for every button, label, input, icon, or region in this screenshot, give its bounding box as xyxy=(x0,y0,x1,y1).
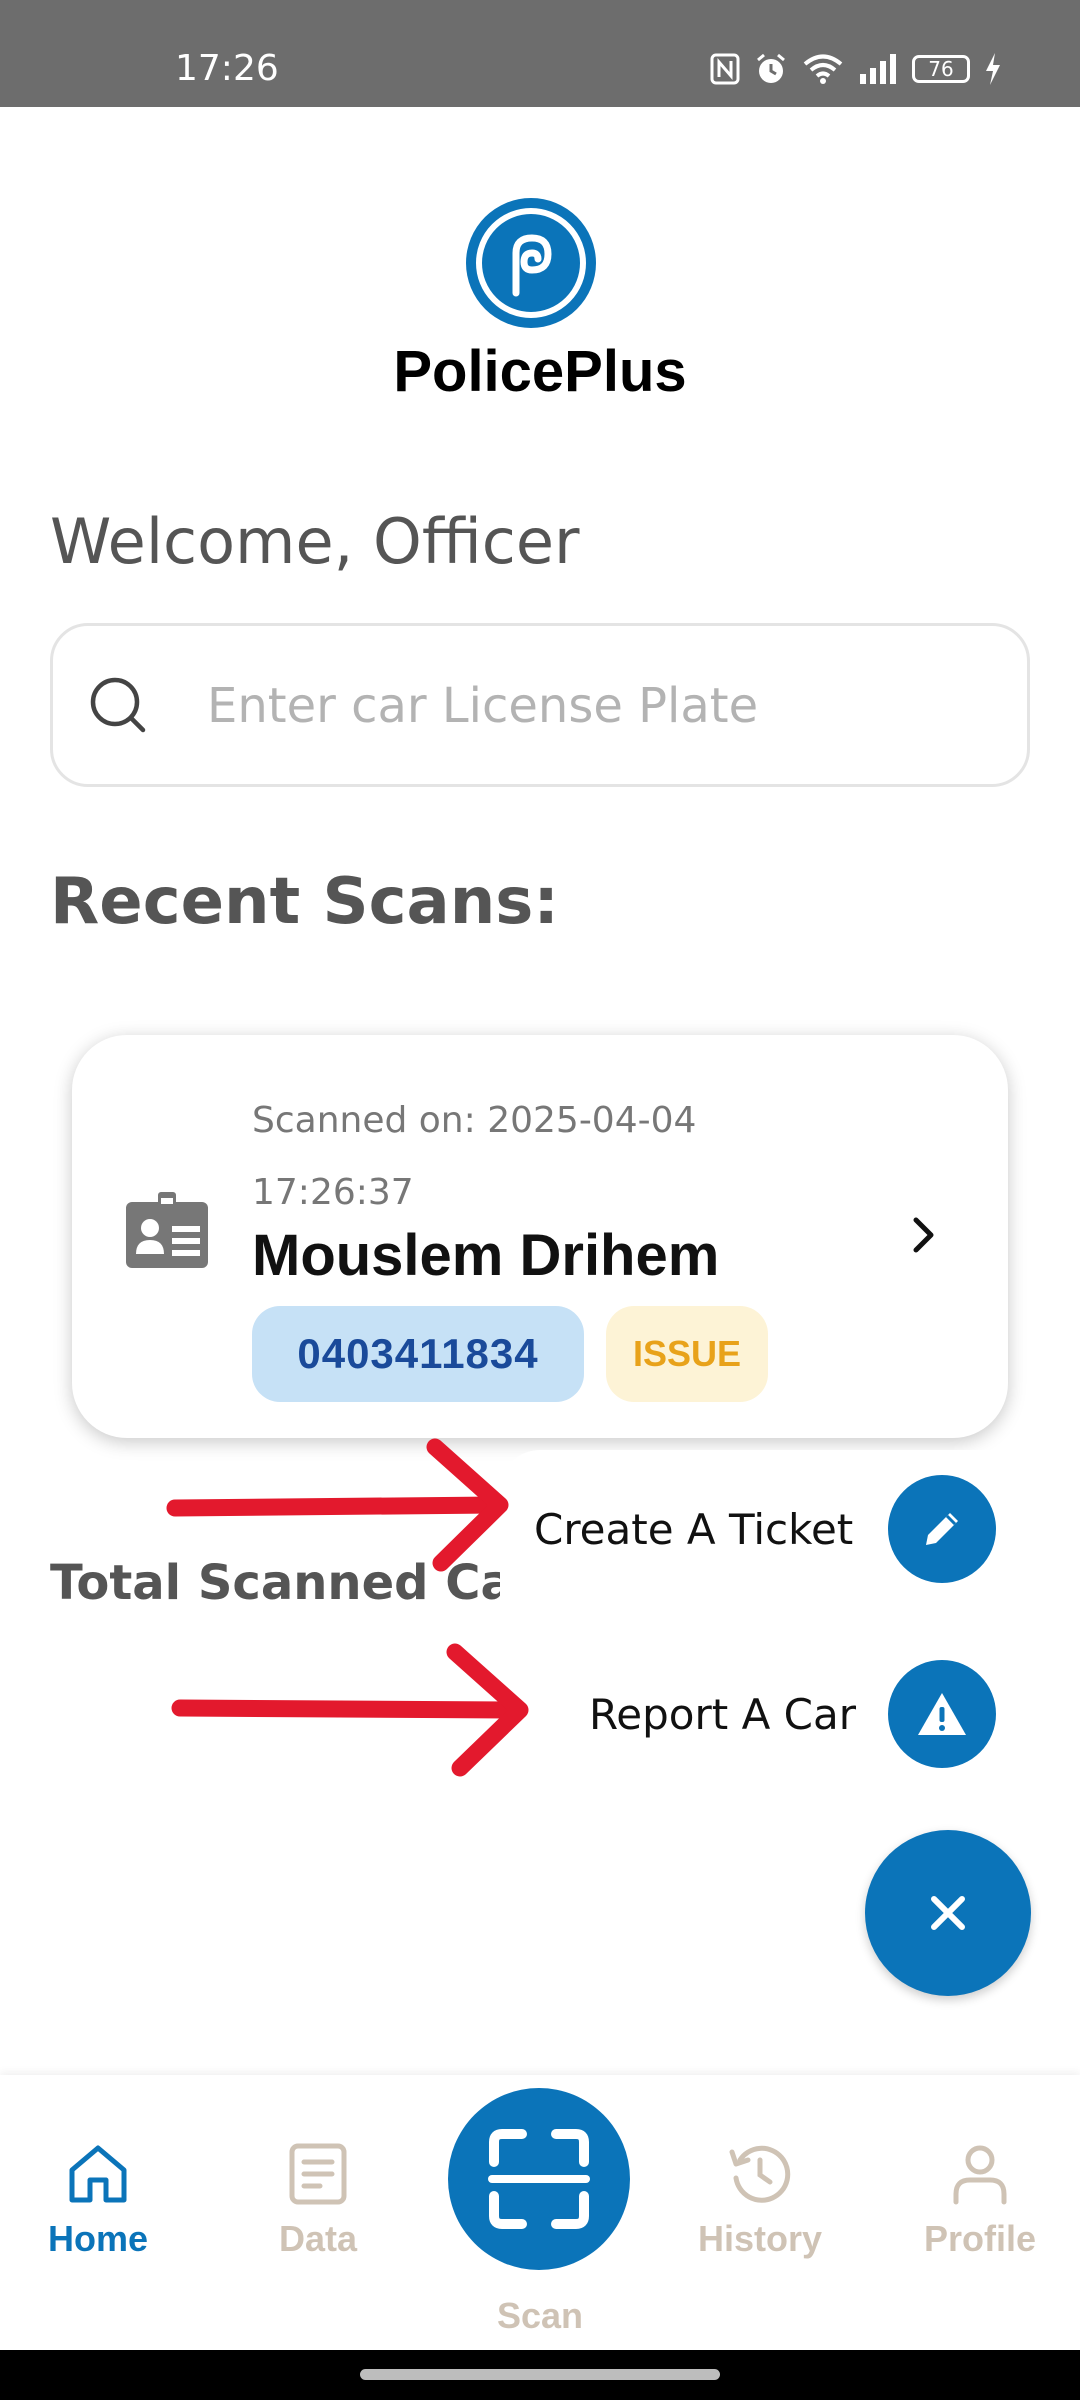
home-gesture-bar[interactable] xyxy=(360,2369,720,2380)
nfc-icon xyxy=(710,53,740,85)
person-icon xyxy=(953,2145,1007,2205)
nav-scan-label[interactable]: Scan xyxy=(440,2295,640,2337)
battery-indicator: 76 xyxy=(912,55,970,83)
document-icon xyxy=(289,2143,347,2205)
status-time: 17:26 xyxy=(175,48,279,89)
home-icon xyxy=(69,2145,127,2203)
warning-icon xyxy=(918,1693,966,1735)
app-logo xyxy=(466,198,596,328)
charging-icon xyxy=(986,53,1000,85)
signal-icon xyxy=(860,54,896,84)
status-badge: ISSUE xyxy=(606,1306,768,1402)
report-car-button[interactable] xyxy=(888,1660,996,1768)
scan-timestamp: Scanned on: 2025-04-04 17:26:37 xyxy=(252,1100,697,1213)
create-ticket-button[interactable] xyxy=(888,1475,996,1583)
nav-data-label: Data xyxy=(278,2218,358,2259)
close-fab-button[interactable] xyxy=(865,1830,1031,1996)
scan-owner-name: Mouslem Drihem xyxy=(252,1223,720,1288)
app-name: PolicePlus xyxy=(393,339,687,404)
nav-home-label: Home xyxy=(47,2218,149,2259)
nav-profile[interactable]: Profile xyxy=(880,2140,1080,2260)
scan-icon xyxy=(488,2129,590,2229)
scan-button[interactable] xyxy=(448,2088,630,2270)
recent-scans-heading: Recent Scans: xyxy=(50,865,559,939)
license-plate-badge: 0403411834 xyxy=(252,1306,584,1402)
nav-history[interactable]: History xyxy=(660,2140,860,2260)
status-icons: 76 xyxy=(710,52,1002,86)
close-icon xyxy=(931,1896,965,1930)
pencil-icon xyxy=(926,1513,958,1545)
create-ticket-label[interactable]: Create A Ticket xyxy=(534,1505,853,1554)
search-icon xyxy=(90,677,146,733)
logo-mark-icon xyxy=(476,208,586,318)
search-input[interactable] xyxy=(205,670,989,742)
chevron-right-icon[interactable] xyxy=(907,1215,941,1255)
report-car-label[interactable]: Report A Car xyxy=(589,1690,856,1739)
nav-profile-label: Profile xyxy=(923,2218,1037,2259)
history-icon xyxy=(729,2145,791,2203)
annotation-arrow-report xyxy=(171,1643,529,1777)
id-card-icon xyxy=(126,1192,208,1268)
nav-data[interactable]: Data xyxy=(218,2140,418,2260)
wifi-icon xyxy=(803,54,843,84)
annotation-arrow-ticket xyxy=(166,1438,509,1572)
nav-history-label: History xyxy=(697,2218,823,2259)
welcome-heading: Welcome, Officer xyxy=(50,505,580,578)
nav-home[interactable]: Home xyxy=(0,2140,196,2260)
alarm-icon xyxy=(757,53,785,83)
